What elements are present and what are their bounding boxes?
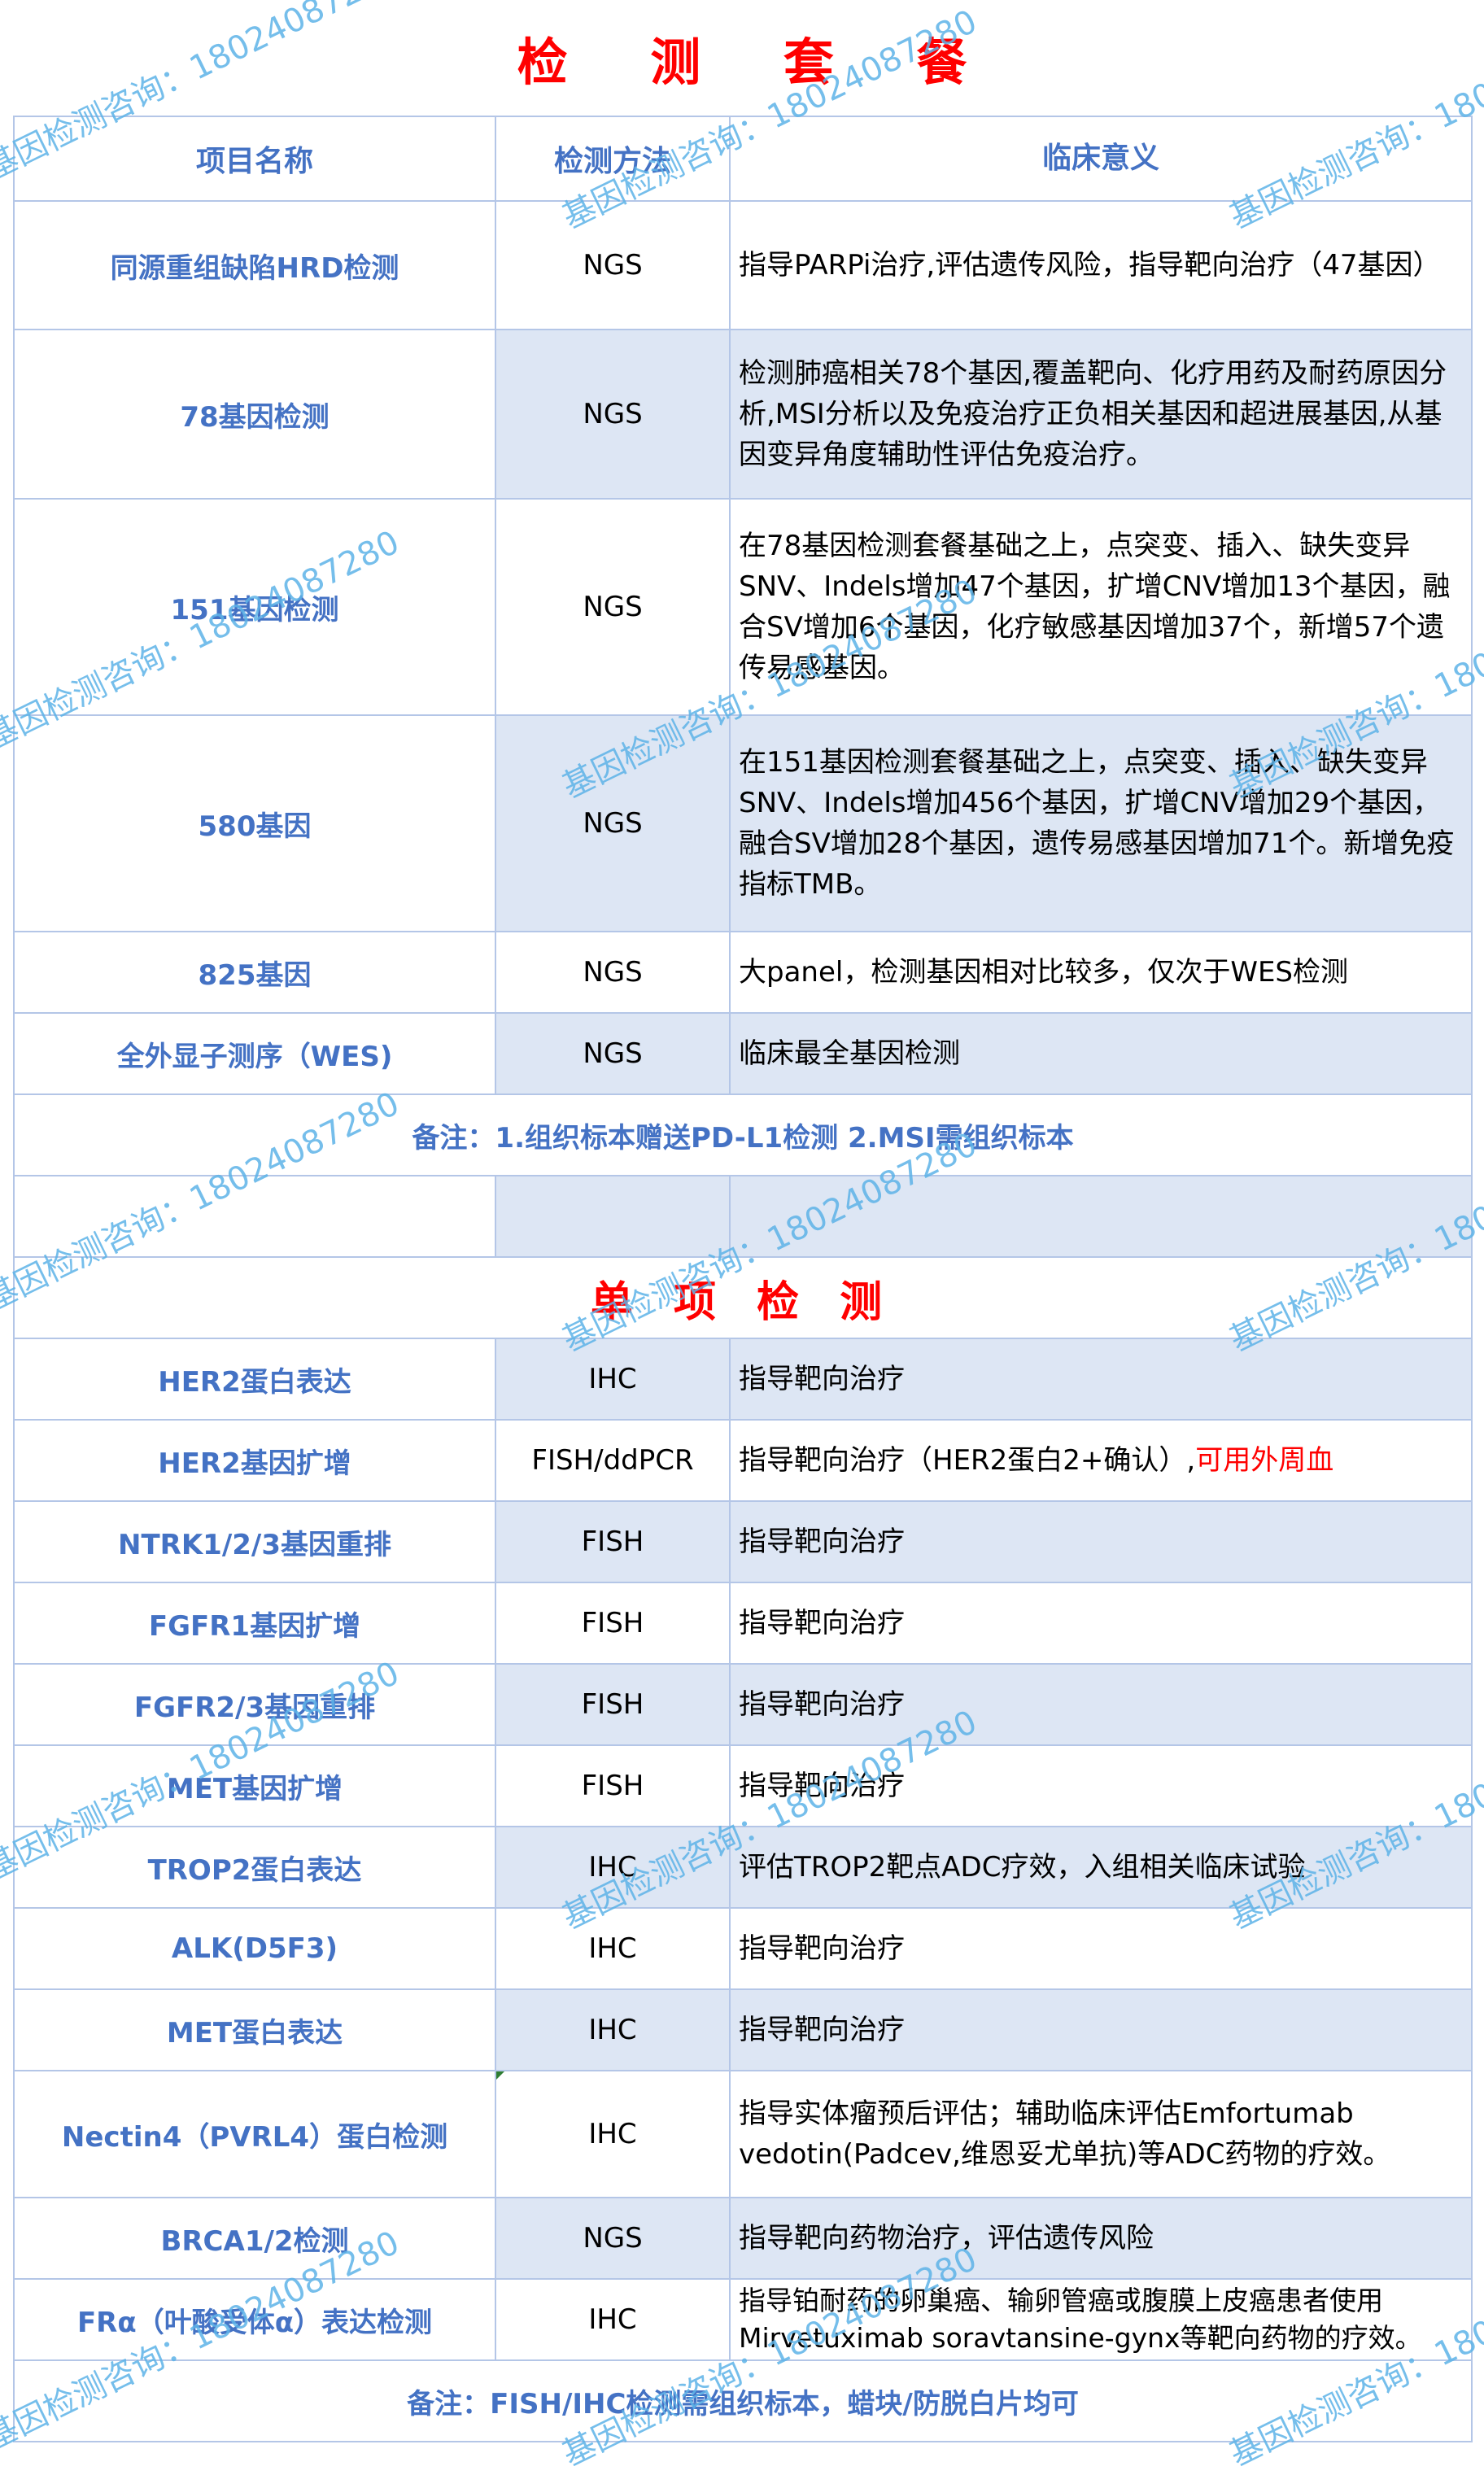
item-method: IHC — [495, 1826, 731, 1909]
item-method: IHC — [495, 2278, 731, 2361]
item-name: 151基因检测 — [13, 498, 496, 716]
table-row: Nectin4（PVRL4）蛋白检测 IHC 指导实体瘤预后评估；辅助临床评估E… — [13, 2070, 1473, 2198]
item-meaning: 大panel，检测基因相对比较多，仅次于WES检测 — [729, 931, 1473, 1014]
item-method: NGS — [495, 329, 731, 500]
item-name: FGFR1基因扩增 — [13, 1582, 496, 1665]
table-row: MET基因扩增 FISH 指导靶向治疗 — [13, 1744, 1473, 1827]
section-title-row: 单 项 检 测 — [13, 1256, 1473, 1339]
item-meaning: 指导靶向药物治疗，评估遗传风险 — [729, 2197, 1473, 2280]
empty-cell — [495, 1175, 731, 1258]
table-row: ALK(D5F3) IHC 指导靶向治疗 — [13, 1907, 1473, 1990]
empty-row — [13, 1175, 1473, 1258]
item-name: FGFR2/3基因重排 — [13, 1663, 496, 1746]
item-name: BRCA1/2检测 — [13, 2197, 496, 2280]
item-name: 78基因检测 — [13, 329, 496, 500]
item-name: Nectin4（PVRL4）蛋白检测 — [13, 2070, 496, 2198]
item-name: TROP2蛋白表达 — [13, 1826, 496, 1909]
item-meaning-text: 指导靶向治疗（HER2蛋白2+确认）, — [739, 1444, 1196, 1477]
item-name: 825基因 — [13, 931, 496, 1014]
item-meaning: 指导靶向治疗 — [729, 1663, 1473, 1746]
item-name: 同源重组缺陷HRD检测 — [13, 200, 496, 330]
test-catalog-sheet: 检 测 套 餐 项目名称 检测方法 临床意义 同源重组缺陷HRD检测 NGS 指… — [13, 0, 1473, 2442]
item-meaning-highlight: 可用外周血 — [1195, 1444, 1334, 1477]
item-name: HER2基因扩增 — [13, 1419, 496, 1502]
empty-cell — [13, 1175, 496, 1258]
table-row: 580基因 NGS 在151基因检测套餐基础之上，点突变、插入、缺失变异SNV、… — [13, 714, 1473, 932]
item-meaning: 评估TROP2靶点ADC疗效，入组相关临床试验 — [729, 1826, 1473, 1909]
item-method: FISH/ddPCR — [495, 1419, 731, 1502]
item-meaning: 检测肺癌相关78个基因,覆盖靶向、化疗用药及耐药原因分析,MSI分析以及免疫治疗… — [729, 329, 1473, 500]
item-meaning: 在151基因检测套餐基础之上，点突变、插入、缺失变异SNV、Indels增加45… — [729, 714, 1473, 932]
table-row: 151基因检测 NGS 在78基因检测套餐基础之上，点突变、插入、缺失变异SNV… — [13, 498, 1473, 716]
page-title: 检 测 套 餐 — [517, 33, 1000, 92]
item-name: ALK(D5F3) — [13, 1907, 496, 1990]
item-meaning: 指导靶向治疗 — [729, 1907, 1473, 1990]
table-row: MET蛋白表达 IHC 指导靶向治疗 — [13, 1988, 1473, 2071]
item-name: 全外显子测序（WES) — [13, 1012, 496, 1095]
item-method: IHC — [495, 2070, 731, 2198]
test-table: 项目名称 检测方法 临床意义 同源重组缺陷HRD检测 NGS 指导PARPi治疗… — [13, 116, 1473, 2442]
item-meaning: 在78基因检测套餐基础之上，点突变、插入、缺失变异SNV、Indels增加47个… — [729, 498, 1473, 716]
item-meaning: 指导靶向治疗 — [729, 1500, 1473, 1583]
item-meaning: 指导靶向治疗 — [729, 1744, 1473, 1827]
item-method-text: IHC — [588, 2118, 637, 2150]
table-row: 825基因 NGS 大panel，检测基因相对比较多，仅次于WES检测 — [13, 931, 1473, 1014]
table-row: FGFR1基因扩增 FISH 指导靶向治疗 — [13, 1582, 1473, 1665]
section-title: 单 项 检 测 — [13, 1256, 1473, 1339]
item-meaning: 指导靶向治疗 — [729, 1582, 1473, 1665]
item-meaning: 指导实体瘤预后评估；辅助临床评估Emfortumab vedotin(Padce… — [729, 2070, 1473, 2198]
single-note: 备注：FISH/IHC检测需组织标本，蜡块/防脱白片均可 — [13, 2359, 1473, 2442]
item-method: FISH — [495, 1582, 731, 1665]
table-row: HER2蛋白表达 IHC 指导靶向治疗 — [13, 1338, 1473, 1421]
panel-note: 备注：1.组织标本赠送PD-L1检测 2.MSI需组织标本 — [13, 1093, 1473, 1176]
cell-comment-marker — [496, 2071, 504, 2080]
table-header-row: 项目名称 检测方法 临床意义 — [13, 116, 1473, 202]
item-method: IHC — [495, 1907, 731, 1990]
item-name: MET蛋白表达 — [13, 1988, 496, 2071]
item-name: MET基因扩增 — [13, 1744, 496, 1827]
table-row: HER2基因扩增 FISH/ddPCR 指导靶向治疗（HER2蛋白2+确认）,可… — [13, 1419, 1473, 1502]
item-method: FISH — [495, 1744, 731, 1827]
item-meaning: 临床最全基因检测 — [729, 1012, 1473, 1095]
table-row: FGFR2/3基因重排 FISH 指导靶向治疗 — [13, 1663, 1473, 1746]
table-row: NTRK1/2/3基因重排 FISH 指导靶向治疗 — [13, 1500, 1473, 1583]
item-method: NGS — [495, 498, 731, 716]
table-row: TROP2蛋白表达 IHC 评估TROP2靶点ADC疗效，入组相关临床试验 — [13, 1826, 1473, 1909]
item-method: NGS — [495, 200, 731, 330]
empty-cell — [729, 1175, 1473, 1258]
table-row: FRα（叶酸受体α）表达检测 IHC 指导铂耐药的卵巢癌、输卵管癌或腹膜上皮癌患… — [13, 2278, 1473, 2361]
panel-note-row: 备注：1.组织标本赠送PD-L1检测 2.MSI需组织标本 — [13, 1093, 1473, 1176]
item-method: IHC — [495, 1988, 731, 2071]
item-meaning: 指导铂耐药的卵巢癌、输卵管癌或腹膜上皮癌患者使用Mirvetuximab sor… — [729, 2278, 1473, 2361]
header-meaning: 临床意义 — [729, 116, 1473, 202]
header-name: 项目名称 — [13, 116, 496, 202]
item-method: FISH — [495, 1663, 731, 1746]
item-method: FISH — [495, 1500, 731, 1583]
item-method: NGS — [495, 2197, 731, 2280]
item-method: NGS — [495, 714, 731, 932]
item-method: IHC — [495, 1338, 731, 1421]
item-name: HER2蛋白表达 — [13, 1338, 496, 1421]
item-method: NGS — [495, 1012, 731, 1095]
item-name: FRα（叶酸受体α）表达检测 — [13, 2278, 496, 2361]
table-row: 78基因检测 NGS 检测肺癌相关78个基因,覆盖靶向、化疗用药及耐药原因分析,… — [13, 329, 1473, 500]
table-row: 同源重组缺陷HRD检测 NGS 指导PARPi治疗,评估遗传风险，指导靶向治疗（… — [13, 200, 1473, 330]
table-row: BRCA1/2检测 NGS 指导靶向药物治疗，评估遗传风险 — [13, 2197, 1473, 2280]
item-name: NTRK1/2/3基因重排 — [13, 1500, 496, 1583]
header-method: 检测方法 — [495, 116, 731, 202]
item-meaning: 指导靶向治疗（HER2蛋白2+确认）,可用外周血 — [729, 1419, 1473, 1502]
item-meaning: 指导PARPi治疗,评估遗传风险，指导靶向治疗（47基因） — [729, 200, 1473, 330]
item-name: 580基因 — [13, 714, 496, 932]
table-row: 全外显子测序（WES) NGS 临床最全基因检测 — [13, 1012, 1473, 1095]
item-method: NGS — [495, 931, 731, 1014]
item-meaning: 指导靶向治疗 — [729, 1988, 1473, 2071]
single-note-row: 备注：FISH/IHC检测需组织标本，蜡块/防脱白片均可 — [13, 2359, 1473, 2442]
item-meaning: 指导靶向治疗 — [729, 1338, 1473, 1421]
